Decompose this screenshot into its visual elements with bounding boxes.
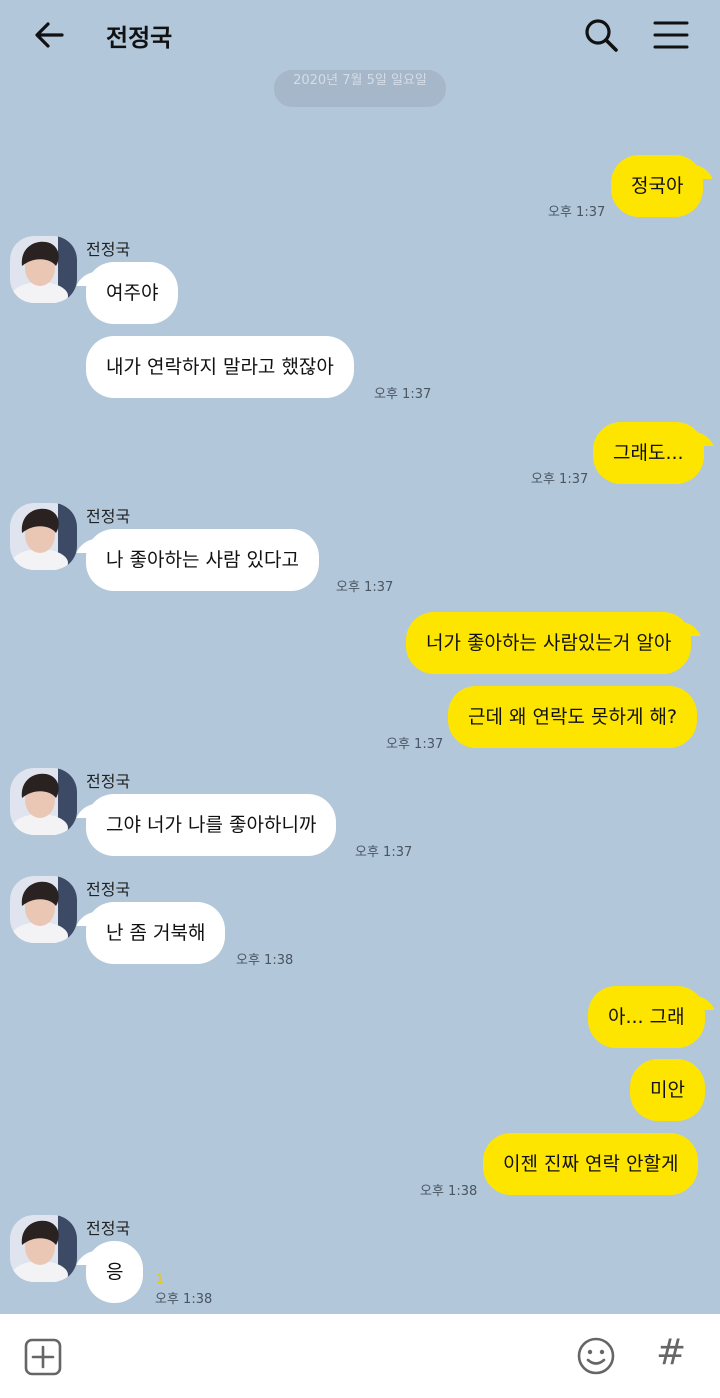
chat-header: 전정국 — [0, 0, 720, 72]
smiley-icon — [577, 1337, 615, 1375]
message-time: 오후 1:38 — [155, 1292, 213, 1307]
outgoing-message[interactable]: 미안 — [630, 1059, 705, 1121]
outgoing-message[interactable]: 그래도... — [593, 422, 704, 484]
arrow-left-icon — [35, 22, 64, 48]
avatar[interactable] — [10, 768, 77, 835]
avatar[interactable] — [10, 1215, 77, 1282]
search-button[interactable] — [580, 14, 622, 56]
plus-square-icon — [24, 1338, 62, 1376]
message-time: 오후 1:37 — [386, 737, 444, 752]
outgoing-message[interactable]: 정국아 — [611, 155, 704, 217]
message-time: 오후 1:37 — [355, 845, 413, 860]
profile-photo-icon — [10, 876, 77, 943]
emoji-button[interactable] — [576, 1336, 616, 1376]
input-bar: # — [0, 1314, 720, 1398]
sender-name: 전정국 — [86, 1219, 131, 1238]
outgoing-message[interactable]: 이젠 진짜 연락 안할게 — [483, 1133, 699, 1195]
incoming-message[interactable]: 내가 연락하지 말라고 했잖아 — [86, 336, 354, 398]
sender-name: 전정국 — [86, 772, 131, 791]
add-attachment-button[interactable] — [24, 1338, 62, 1376]
sender-name: 전정국 — [86, 507, 131, 526]
message-time: 오후 1:37 — [374, 387, 432, 402]
hamburger-menu-icon — [653, 21, 689, 49]
unread-count: 1 — [156, 1272, 164, 1286]
outgoing-message[interactable]: 근데 왜 연락도 못하게 해? — [448, 686, 698, 748]
message-time: 오후 1:38 — [420, 1184, 478, 1199]
incoming-message[interactable]: 그야 너가 나를 좋아하니까 — [86, 794, 337, 856]
profile-photo-icon — [10, 768, 77, 835]
message-time: 오후 1:37 — [531, 472, 589, 487]
sender-name: 전정국 — [86, 240, 131, 259]
profile-photo-icon — [10, 236, 77, 303]
incoming-message[interactable]: 난 좀 거북해 — [86, 902, 226, 964]
incoming-message[interactable]: 여주야 — [86, 262, 179, 324]
profile-photo-icon — [10, 1215, 77, 1282]
avatar[interactable] — [10, 876, 77, 943]
message-time: 오후 1:38 — [236, 953, 294, 968]
avatar[interactable] — [10, 236, 77, 303]
incoming-message[interactable]: 응 — [86, 1241, 144, 1303]
date-divider: 2020년 7월 5일 일요일 — [274, 70, 446, 107]
menu-button[interactable] — [650, 14, 692, 56]
profile-photo-icon — [10, 503, 77, 570]
sender-name: 전정국 — [86, 880, 131, 899]
message-time: 오후 1:37 — [548, 205, 606, 220]
back-button[interactable] — [30, 14, 70, 56]
hashtag-search-button[interactable]: # — [656, 1332, 686, 1373]
message-time: 오후 1:37 — [336, 580, 394, 595]
outgoing-message[interactable]: 아... 그래 — [588, 986, 705, 1048]
avatar[interactable] — [10, 503, 77, 570]
incoming-message[interactable]: 나 좋아하는 사람 있다고 — [86, 529, 319, 591]
outgoing-message[interactable]: 너가 좋아하는 사람있는거 알아 — [406, 612, 692, 674]
chat-title: 전정국 — [106, 24, 173, 52]
search-icon — [585, 19, 618, 52]
